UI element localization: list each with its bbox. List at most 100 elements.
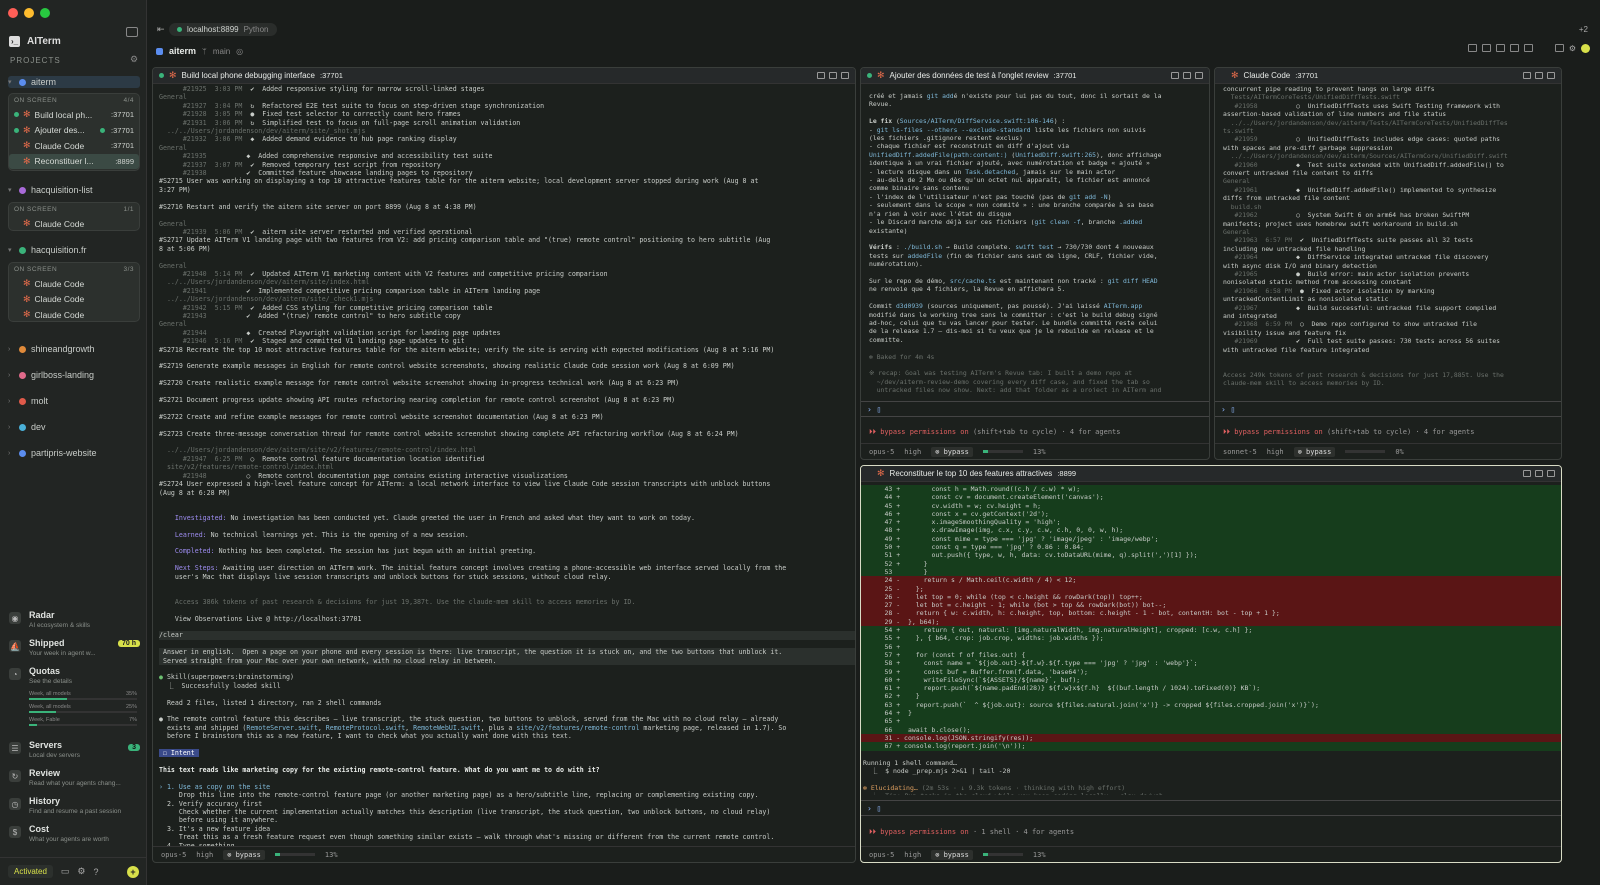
close-window-button[interactable]	[8, 8, 18, 18]
tool-servers[interactable]: ☰ Servers Local dev servers 3	[8, 740, 140, 764]
effort-level[interactable]: high	[904, 448, 921, 456]
close-icon[interactable]	[1547, 72, 1555, 79]
tool-title: Radar	[29, 610, 55, 620]
terminal-pane-3[interactable]: ✻ Claude Code:37701 concurrent pipe read…	[1214, 67, 1562, 460]
project-molt[interactable]: › molt	[8, 396, 48, 406]
terminal-pane-2[interactable]: ✻ Ajouter des données de test à l'onglet…	[860, 67, 1210, 460]
tool-shipped[interactable]: ⛵ Shipped Your week in agent w... 70 h	[8, 638, 140, 662]
layout-rows-icon[interactable]	[1523, 44, 1533, 52]
prompt-input[interactable]: › ▯	[1215, 401, 1561, 417]
effort-level[interactable]: high	[196, 851, 213, 859]
shipped-badge: 70 h	[117, 640, 140, 647]
session-name: Claude Code	[34, 309, 85, 320]
gear-icon[interactable]: ⚙	[1569, 44, 1576, 53]
model-name[interactable]: opus-5	[869, 448, 894, 456]
session-name: Build local ph...	[34, 109, 93, 120]
layout-icons: ⚙	[1467, 44, 1590, 53]
gear-icon[interactable]: ⚙	[77, 866, 85, 877]
maximize-window-button[interactable]	[40, 8, 50, 18]
project-dev[interactable]: › dev	[8, 422, 46, 432]
project-partipris-website[interactable]: › partipris-website	[8, 448, 97, 458]
project-hacquisition-list[interactable]: ▾ hacquisition-list	[8, 185, 93, 195]
session-item[interactable]: ✻ Claude Code	[9, 216, 139, 232]
project-hacquisition-fr[interactable]: ▾ hacquisition.fr	[8, 245, 87, 255]
mode-badge[interactable]: ⊗ bypass	[1293, 446, 1336, 457]
projects-settings-icon[interactable]: ⚙	[130, 54, 138, 65]
tool-quotas[interactable]: ◔ Quotas See the details	[8, 666, 140, 690]
settings-icon[interactable]: ◎	[236, 47, 243, 56]
workspace-project[interactable]: aiterm	[169, 46, 196, 56]
maximize-icon[interactable]	[829, 72, 837, 79]
workspace-branch[interactable]: main	[213, 47, 230, 56]
project-shineandgrowth[interactable]: › shineandgrowth	[8, 344, 95, 354]
terminal-pane-1[interactable]: ✻ Build local phone debugging interface:…	[152, 67, 856, 863]
claude-asterisk-icon: ✻	[23, 218, 31, 229]
session-port: :8899	[115, 156, 134, 166]
effort-level[interactable]: high	[904, 851, 921, 859]
pane-header: ✻ Ajouter des données de test à l'onglet…	[861, 68, 1209, 84]
layout-single-icon[interactable]	[1467, 44, 1477, 52]
add-pane-button[interactable]	[1581, 44, 1590, 53]
layout-grid-icon[interactable]	[1495, 44, 1505, 52]
help-icon[interactable]: ?	[94, 867, 99, 877]
prompt-input[interactable]: › ▯	[861, 401, 1209, 417]
sidebar-toggle-icon[interactable]	[126, 27, 138, 37]
tool-cost[interactable]: $ Cost What your agents are worth	[8, 824, 140, 848]
maximize-icon[interactable]	[1535, 72, 1543, 79]
extra-count[interactable]: +2	[1579, 25, 1588, 34]
project-color-dot	[19, 371, 26, 379]
project-aiterm[interactable]: ▾ aiterm	[8, 76, 140, 88]
quota-label: Week, all models	[29, 704, 71, 710]
pane-footer: opus-5 high ⊗ bypass 13%	[861, 443, 1209, 459]
close-icon[interactable]	[841, 72, 849, 79]
session-item[interactable]: ✻ Claude Code	[9, 292, 139, 308]
session-item[interactable]: ✻ Claude Code	[9, 307, 139, 323]
activated-badge[interactable]: Activated	[8, 865, 53, 878]
split-icon[interactable]	[1523, 470, 1531, 477]
mode-badge[interactable]: ⊗ bypass	[931, 446, 973, 457]
url-pill[interactable]: localhost:8899 Python	[169, 22, 277, 36]
session-item[interactable]: ✻ Build local ph...:37701	[9, 107, 139, 123]
project-name: girlboss-landing	[31, 370, 95, 380]
session-item[interactable]: ✻ Claude Code	[9, 276, 139, 292]
ship-icon: ⛵	[9, 640, 21, 652]
split-icon[interactable]	[817, 72, 825, 79]
terminal-pane-4[interactable]: ✻ Reconstituer le top 10 des features at…	[860, 465, 1562, 863]
close-icon[interactable]	[1195, 72, 1203, 79]
effort-level[interactable]: high	[1267, 448, 1284, 456]
tool-review[interactable]: ↻ Review Read what your agents chang...	[8, 768, 140, 792]
project-name: hacquisition.fr	[31, 245, 87, 255]
tool-radar[interactable]: ◉ Radar AI ecosystem & skills	[8, 610, 140, 634]
split-icon[interactable]	[1523, 72, 1531, 79]
session-item[interactable]: ✻ Ajouter des...:37701	[9, 123, 139, 139]
layout-columns-icon[interactable]	[1509, 44, 1519, 52]
workspace-tab-row: aiterm ᛘ main ◎ ⚙	[147, 42, 1600, 60]
close-icon[interactable]	[1547, 470, 1555, 477]
project-color-dot	[19, 186, 26, 194]
back-forward-icon[interactable]: ⇤	[157, 24, 165, 35]
layout-split-icon[interactable]	[1481, 44, 1491, 52]
session-item[interactable]: ✻ Reconstituer l...:8899	[9, 153, 139, 169]
maximize-icon[interactable]	[1535, 470, 1543, 477]
claude-asterisk-icon: ✻	[23, 155, 31, 166]
tool-title: Quotas	[29, 666, 61, 676]
browser-icon[interactable]	[1554, 44, 1564, 52]
tool-history[interactable]: ◷ History Find and resume a past session	[8, 796, 140, 820]
mode-badge[interactable]: ⊗ bypass	[223, 849, 265, 860]
model-name[interactable]: opus-5	[161, 851, 186, 859]
pane-port: :37701	[1053, 71, 1077, 80]
maximize-icon[interactable]	[1183, 72, 1191, 79]
folder-icon[interactable]: ▭	[61, 866, 70, 877]
permission-text: bypass permissions on	[1234, 428, 1323, 436]
prompt-input[interactable]: › ▯	[861, 800, 1561, 816]
tool-subtitle: Your week in agent w...	[29, 650, 96, 657]
mode-badge[interactable]: ⊗ bypass	[931, 849, 973, 860]
model-name[interactable]: sonnet-5	[1223, 448, 1257, 456]
new-session-button[interactable]: +	[127, 866, 139, 878]
model-name[interactable]: opus-5	[869, 851, 894, 859]
project-name: shineandgrowth	[31, 344, 95, 354]
minimize-window-button[interactable]	[24, 8, 34, 18]
session-item[interactable]: ✻ Claude Code:37701	[9, 138, 139, 154]
project-girlboss-landing[interactable]: › girlboss-landing	[8, 370, 94, 380]
split-icon[interactable]	[1171, 72, 1179, 79]
